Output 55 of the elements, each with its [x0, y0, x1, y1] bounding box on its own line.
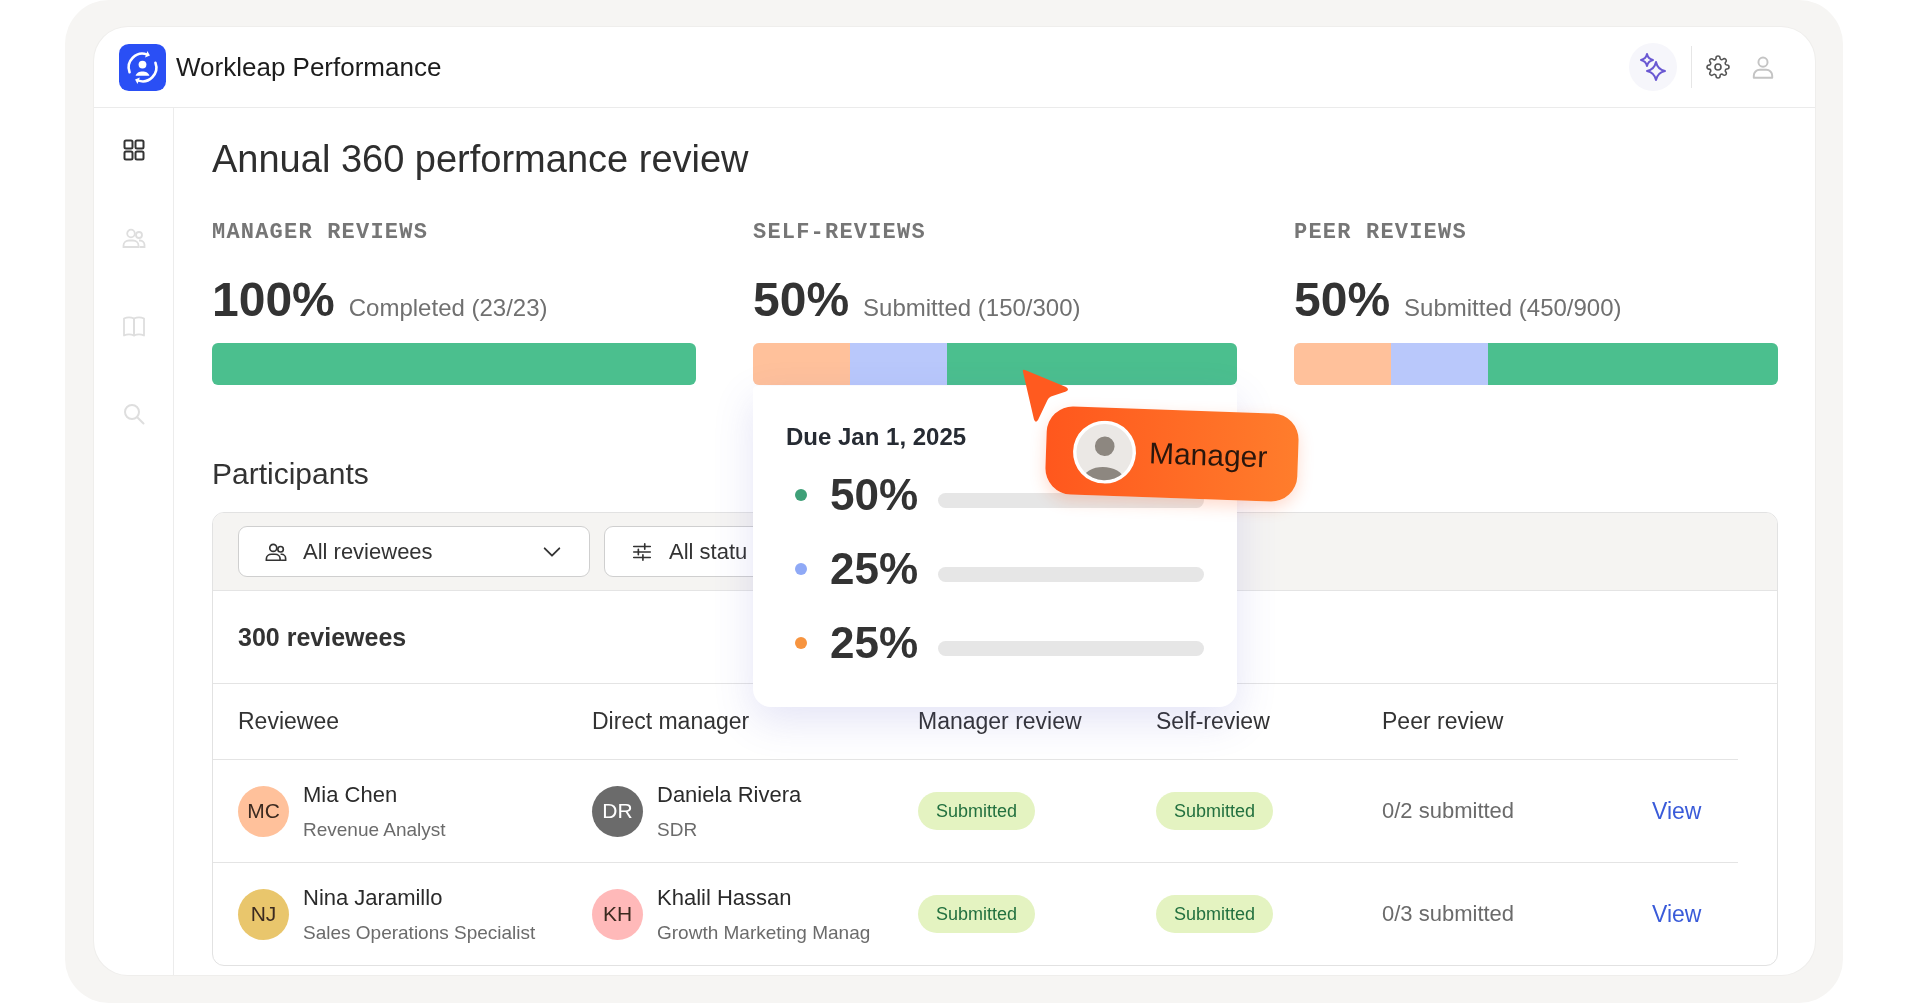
people-icon[interactable]: [121, 226, 146, 250]
search-icon[interactable]: [121, 402, 146, 426]
stat-percent: 50%: [1294, 273, 1391, 327]
page-title: Annual 360 performance review: [212, 137, 749, 182]
job-title: SDR: [657, 817, 698, 842]
person-name: Mia Chen: [303, 780, 398, 809]
stat-label: PEER REVIEWS: [1294, 219, 1467, 247]
job-title: Growth Marketing Manag: [657, 920, 871, 945]
person-name: Khalil Hassan: [657, 883, 792, 912]
user-icon[interactable]: [1750, 54, 1776, 80]
initials-avatar: MC: [238, 785, 289, 837]
initials-avatar: KH: [592, 888, 643, 940]
status-badge: Submitted: [918, 792, 1036, 830]
stat-detail: Submitted (150/300): [863, 293, 1081, 323]
breakdown-percent: 25%: [830, 543, 920, 595]
column-header: Peer review: [1382, 708, 1504, 735]
breakdown-percent: 50%: [830, 469, 920, 521]
logo-icon: [119, 43, 166, 91]
settings-icon[interactable]: [1706, 55, 1730, 79]
person-name: Nina Jaramillo: [303, 883, 443, 912]
app-name: Workleap Performance: [176, 51, 442, 83]
stat-detail: Completed (23/23): [348, 293, 548, 323]
job-title: Revenue Analyst: [303, 817, 446, 842]
book-icon[interactable]: [121, 314, 146, 338]
stat-percent: 100%: [212, 273, 335, 327]
view-link[interactable]: View: [1652, 797, 1702, 825]
stat-label: MANAGER REVIEWS: [212, 219, 429, 247]
job-title: Sales Operations Specialist: [303, 920, 536, 945]
section-title: Participants: [212, 456, 369, 492]
status-badge: Submitted: [1156, 895, 1274, 933]
filter-dropdown[interactable]: All reviewees: [238, 526, 590, 577]
column-header: Reviewee: [238, 708, 339, 735]
cursor-icon: [1020, 368, 1070, 424]
stat-percent: 50%: [753, 273, 850, 327]
stat-label: SELF-REVIEWS: [753, 219, 926, 247]
status-badge: Submitted: [1156, 792, 1274, 830]
reviewee-count: 300 reviewees: [238, 622, 407, 652]
sliders-icon: [631, 540, 653, 563]
stat-detail: Submitted (450/900): [1404, 293, 1622, 323]
person-avatar-icon: [1071, 419, 1138, 485]
column-header: Self-review: [1156, 708, 1270, 735]
sparkle-icon[interactable]: [1629, 43, 1677, 91]
person-name: Daniela Rivera: [657, 780, 802, 809]
peer-review-status: 0/3 submitted: [1382, 901, 1515, 927]
cursor-label: Manager: [1148, 436, 1268, 475]
status-badge: Submitted: [918, 895, 1036, 933]
grid-icon[interactable]: [121, 138, 146, 162]
column-header: Direct manager: [592, 708, 750, 735]
view-link[interactable]: View: [1652, 900, 1702, 928]
breakdown-percent: 25%: [830, 617, 920, 669]
due-date: Due Jan 1, 2025: [786, 423, 967, 451]
peer-review-status: 0/2 submitted: [1382, 798, 1515, 824]
initials-avatar: NJ: [238, 888, 289, 940]
initials-avatar: DR: [592, 785, 643, 837]
column-header: Manager review: [918, 708, 1082, 735]
